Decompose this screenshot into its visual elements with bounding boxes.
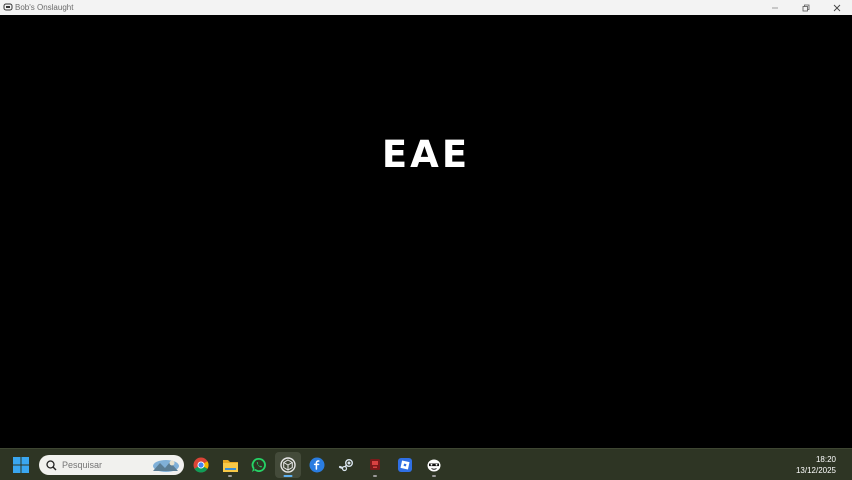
taskbar-search[interactable] (39, 455, 184, 475)
bob-face-icon (427, 459, 441, 472)
chrome-icon (193, 457, 209, 473)
windows-logo-icon (13, 457, 29, 473)
window-title: Bob's Onslaught (15, 3, 74, 12)
game-title-text: EAE (381, 133, 471, 176)
running-indicator (432, 475, 436, 477)
taskbar-app-bob[interactable] (421, 452, 447, 478)
taskbar-app-unity[interactable] (275, 452, 301, 478)
taskbar-app-roblox[interactable] (392, 452, 418, 478)
running-indicator (373, 475, 377, 477)
taskbar-app-file-explorer[interactable] (217, 452, 243, 478)
close-button[interactable] (821, 0, 852, 15)
running-indicator (228, 475, 232, 477)
window-controls (759, 0, 852, 15)
steam-icon (338, 459, 353, 472)
clock-date: 13/12/2025 (795, 466, 836, 475)
taskbar-app-f[interactable] (304, 452, 330, 478)
restore-icon (802, 4, 809, 11)
whatsapp-icon (251, 457, 266, 472)
taskbar-app-whatsapp[interactable] (246, 452, 272, 478)
search-input[interactable] (62, 460, 142, 470)
active-indicator (283, 475, 293, 477)
minimize-button[interactable] (759, 0, 790, 15)
taskbar-app-chrome[interactable] (188, 452, 214, 478)
restore-button[interactable] (790, 0, 821, 15)
game-viewport[interactable]: EAE (0, 15, 852, 448)
folder-icon (222, 459, 238, 472)
search-highlight-art-icon (153, 460, 179, 472)
game-controller-icon (2, 2, 13, 13)
red-app-icon (370, 459, 380, 470)
search-icon (44, 458, 58, 472)
window-titlebar[interactable]: Bob's Onslaught (0, 0, 852, 15)
minimize-icon (771, 7, 778, 8)
roblox-icon (398, 458, 412, 472)
taskbar-app-steam[interactable] (333, 452, 359, 478)
start-button[interactable] (8, 453, 34, 477)
unity-icon (280, 457, 296, 473)
clock-time: 18:20 (815, 455, 836, 464)
f-app-icon (309, 457, 325, 473)
close-icon (833, 4, 840, 11)
taskbar-clock[interactable]: 18:20 13/12/2025 (796, 454, 836, 476)
taskbar: 18:20 13/12/2025 (0, 448, 852, 480)
taskbar-app-red-game[interactable] (362, 452, 388, 478)
